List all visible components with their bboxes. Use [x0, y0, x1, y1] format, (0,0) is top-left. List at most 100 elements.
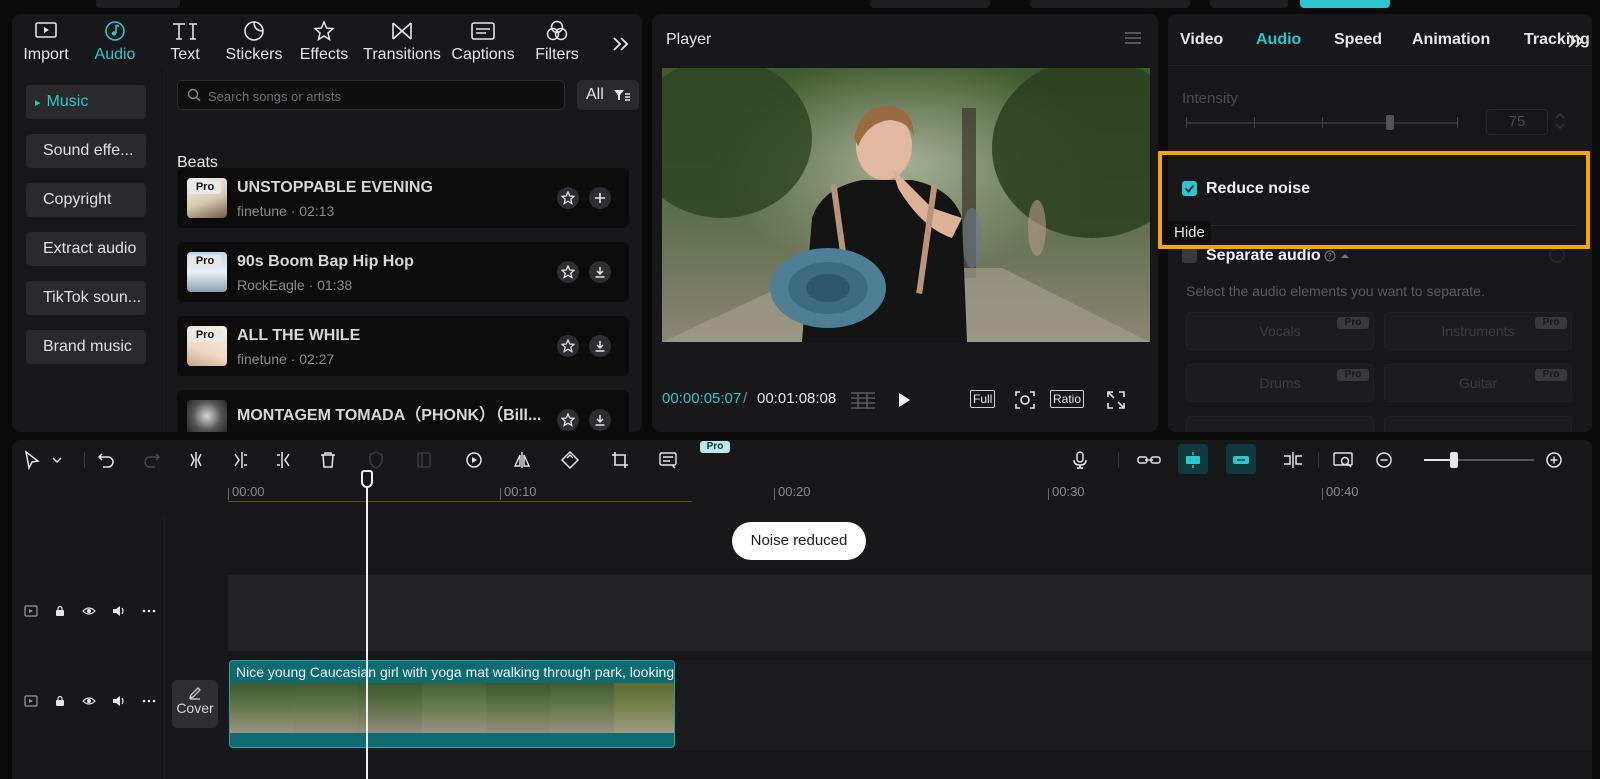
- top-menu-item[interactable]: [1210, 0, 1288, 8]
- more-options-icon[interactable]: [142, 605, 156, 617]
- tab-captions[interactable]: Captions: [444, 14, 522, 68]
- track-name: 90s Boom Bap Hip Hop: [237, 253, 414, 270]
- zoom-in-icon[interactable]: [1544, 450, 1564, 470]
- play-icon[interactable]: [896, 392, 912, 408]
- export-button[interactable]: [1300, 0, 1390, 8]
- screenshot-icon[interactable]: [1014, 390, 1036, 410]
- tab-speed[interactable]: Speed: [1334, 31, 1382, 49]
- filter-button[interactable]: All: [577, 80, 639, 110]
- tab-effects[interactable]: Effects: [288, 14, 360, 68]
- caret-up-icon[interactable]: [1340, 253, 1350, 259]
- delete-icon[interactable]: [318, 450, 338, 470]
- stepper-icon[interactable]: [1554, 110, 1566, 132]
- favorite-star-icon[interactable]: [557, 335, 579, 357]
- time-ruler[interactable]: 00:00 00:10 00:20 00:30 00:40: [228, 480, 1592, 502]
- tab-label: Effects: [299, 46, 349, 63]
- search-input[interactable]: [208, 86, 548, 106]
- category-copyright[interactable]: Copyright: [26, 183, 146, 217]
- guitar-option[interactable]: Guitar Pro: [1384, 364, 1572, 402]
- intensity-value[interactable]: 75: [1486, 109, 1548, 135]
- split-left-icon[interactable]: [230, 450, 250, 470]
- mirror-icon[interactable]: [512, 450, 532, 470]
- zoom-out-icon[interactable]: [1374, 450, 1394, 470]
- full-button[interactable]: Full: [970, 390, 996, 408]
- top-menu-item[interactable]: [870, 0, 990, 8]
- speaker-icon[interactable]: [112, 605, 126, 617]
- category-sound-effects[interactable]: Sound effe...: [26, 134, 146, 168]
- cover-button[interactable]: Cover: [172, 680, 218, 728]
- hamburger-menu-icon[interactable]: [1124, 31, 1142, 45]
- select-cursor-icon[interactable]: [22, 450, 42, 470]
- ratio-button[interactable]: Ratio: [1050, 390, 1085, 408]
- split-right-icon[interactable]: [274, 450, 294, 470]
- download-icon[interactable]: [589, 261, 611, 283]
- favorite-star-icon[interactable]: [557, 409, 579, 431]
- track-item[interactable]: Pro 90s Boom Bap Hip Hop RockEagle · 01:…: [177, 242, 629, 302]
- track-item[interactable]: Pro UNSTOPPABLE EVENING finetune · 02:13: [177, 168, 629, 228]
- tab-import[interactable]: Import: [12, 14, 80, 68]
- tab-audio[interactable]: Audio: [80, 14, 150, 68]
- category-music[interactable]: Music: [26, 85, 146, 119]
- lock-icon[interactable]: [54, 605, 66, 617]
- tab-video[interactable]: Video: [1180, 31, 1223, 49]
- category-extract-audio[interactable]: Extract audio: [26, 232, 146, 266]
- vocals-option[interactable]: Vocals Pro: [1186, 312, 1374, 350]
- category-brand-music[interactable]: Brand music: [26, 330, 146, 364]
- help-icon[interactable]: ?: [1324, 250, 1336, 262]
- eye-icon[interactable]: [82, 605, 96, 617]
- auto-captions-icon[interactable]: [658, 450, 678, 470]
- reduce-noise-label[interactable]: Reduce noise: [1206, 180, 1310, 198]
- download-icon[interactable]: [589, 335, 611, 357]
- video-preview[interactable]: [662, 68, 1150, 342]
- preview-axis-icon[interactable]: [1282, 450, 1302, 470]
- undo-icon[interactable]: [96, 450, 116, 470]
- tab-animation[interactable]: Animation: [1412, 31, 1490, 49]
- more-options-icon[interactable]: [142, 695, 156, 707]
- playhead[interactable]: [366, 480, 368, 779]
- zoom-slider[interactable]: [1424, 452, 1534, 468]
- microphone-icon[interactable]: [1070, 450, 1090, 470]
- chevrons-right-icon[interactable]: [610, 34, 636, 58]
- timeline-grid-icon[interactable]: [850, 391, 876, 409]
- instruments-option[interactable]: Instruments Pro: [1384, 312, 1572, 350]
- zoom-fit-icon[interactable]: [1332, 450, 1353, 470]
- redo-icon[interactable]: [142, 450, 162, 470]
- favorite-star-icon[interactable]: [557, 261, 579, 283]
- top-menu-item[interactable]: [1030, 0, 1190, 8]
- link-icon[interactable]: [1136, 450, 1162, 470]
- playhead-handle[interactable]: [361, 470, 373, 488]
- chevron-down-icon[interactable]: [50, 450, 70, 470]
- favorite-star-icon[interactable]: [557, 187, 579, 209]
- crop-icon[interactable]: [610, 450, 630, 470]
- top-menu-item[interactable]: [96, 0, 180, 8]
- reduce-noise-checkbox[interactable]: [1182, 181, 1197, 196]
- zoom-slider-handle[interactable]: [1450, 452, 1458, 468]
- track-item[interactable]: Pro ALL THE WHILE finetune · 02:27: [177, 316, 629, 376]
- reverse-icon[interactable]: [464, 450, 484, 470]
- tab-audio[interactable]: Audio: [1256, 31, 1301, 49]
- slider-handle[interactable]: [1386, 115, 1394, 130]
- video-clip[interactable]: Nice young Caucasian girl with yoga mat …: [229, 660, 675, 748]
- tab-filters[interactable]: Filters: [522, 14, 592, 68]
- separate-audio-checkbox[interactable]: [1182, 248, 1197, 263]
- tab-text[interactable]: Text: [150, 14, 220, 68]
- lock-icon[interactable]: [54, 695, 66, 707]
- option-row[interactable]: [1186, 416, 1374, 432]
- drums-option[interactable]: Drums Pro: [1186, 364, 1374, 402]
- speaker-icon[interactable]: [112, 695, 126, 707]
- track-item[interactable]: MONTAGEM TOMADA（PHONK）（Bill...: [177, 390, 629, 432]
- split-icon[interactable]: [186, 450, 206, 470]
- eye-icon[interactable]: [82, 695, 96, 707]
- download-icon[interactable]: [589, 409, 611, 431]
- tab-transitions[interactable]: Transitions: [360, 14, 444, 68]
- fullscreen-icon[interactable]: [1106, 390, 1126, 410]
- add-icon[interactable]: [589, 187, 611, 209]
- tab-stickers[interactable]: Stickers: [220, 14, 288, 68]
- track-lane[interactable]: [228, 575, 1592, 651]
- rotate-icon[interactable]: [560, 450, 580, 470]
- separate-audio-label[interactable]: Separate audio: [1206, 247, 1321, 265]
- option-row[interactable]: [1384, 416, 1572, 432]
- category-tiktok-sounds[interactable]: TikTok soun...: [26, 281, 146, 315]
- intensity-slider[interactable]: [1186, 115, 1458, 130]
- chevrons-right-icon[interactable]: [1566, 32, 1588, 50]
